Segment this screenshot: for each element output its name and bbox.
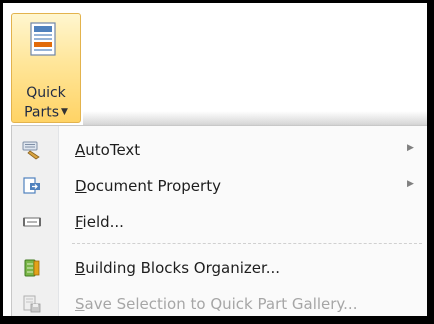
chevron-down-icon: ▼ xyxy=(61,107,68,117)
menu-item-autotext[interactable]: AutoText ▶ xyxy=(12,132,422,168)
menu-item-save-selection-label: Save Selection to Quick Part Gallery... xyxy=(75,295,358,313)
quick-parts-label-line1: Quick xyxy=(26,85,66,101)
menu-item-document-property[interactable]: Document Property ▶ xyxy=(12,168,422,204)
quick-parts-icon xyxy=(30,22,56,56)
submenu-arrow-icon: ▶ xyxy=(407,179,414,189)
autotext-icon xyxy=(22,141,40,160)
menu-item-field-label: Field... xyxy=(75,213,124,231)
quick-parts-label-text: Parts xyxy=(24,104,59,121)
menu-item-building-blocks-organizer-label: Building Blocks Organizer... xyxy=(75,259,281,277)
quick-parts-menu: AutoText ▶ Document Property ▶ Field... xyxy=(11,125,427,316)
building-blocks-icon xyxy=(24,259,40,277)
submenu-arrow-icon: ▶ xyxy=(407,143,414,153)
screenshot-frame: Quick Parts ▼ AutoText ▶ Document Propert… xyxy=(3,3,427,316)
menu-item-document-property-label: Document Property xyxy=(75,177,221,195)
menu-item-building-blocks-organizer[interactable]: Building Blocks Organizer... xyxy=(12,250,422,286)
save-selection-icon xyxy=(23,295,41,313)
menu-separator xyxy=(72,243,422,244)
menu-item-autotext-label: AutoText xyxy=(75,141,141,159)
field-icon xyxy=(23,217,41,227)
ribbon-area: Quick Parts ▼ xyxy=(3,3,427,129)
quick-parts-label-line2: Parts ▼ xyxy=(12,104,80,122)
document-property-icon xyxy=(23,177,40,194)
quick-parts-button[interactable]: Quick Parts ▼ xyxy=(11,13,81,123)
menu-item-save-selection[interactable]: Save Selection to Quick Part Gallery... xyxy=(12,286,422,316)
menu-item-field[interactable]: Field... xyxy=(12,204,422,240)
